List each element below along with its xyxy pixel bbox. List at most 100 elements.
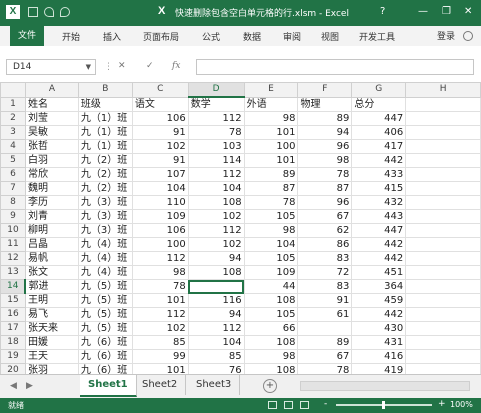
cell-b1[interactable]: 班级 <box>77 96 133 112</box>
row-header[interactable]: 10 <box>0 223 26 238</box>
cell-e15[interactable]: 108 <box>243 293 299 308</box>
cell-b2[interactable]: 九（1）班 <box>77 111 133 126</box>
cell-b16[interactable]: 九（5）班 <box>77 307 133 322</box>
cell-h13[interactable] <box>405 265 481 280</box>
cell-h6[interactable] <box>405 167 481 182</box>
cell-g6[interactable]: 433 <box>351 167 407 182</box>
row-header[interactable]: 9 <box>0 209 26 224</box>
cell-d1[interactable]: 数学 <box>187 96 245 112</box>
cell-a9[interactable]: 刘青 <box>24 209 79 224</box>
cell-h3[interactable] <box>405 125 481 140</box>
cell-c2[interactable]: 106 <box>131 111 189 126</box>
cell-a8[interactable]: 李历 <box>24 195 79 210</box>
add-sheet-icon[interactable]: + <box>263 379 277 393</box>
column-header[interactable]: E <box>243 82 299 98</box>
cell-d18[interactable]: 104 <box>187 335 245 350</box>
cell-e18[interactable]: 108 <box>243 335 299 350</box>
cell-d15[interactable]: 116 <box>187 293 245 308</box>
close-button[interactable]: ✕ <box>464 6 472 17</box>
cell-f2[interactable]: 89 <box>297 111 353 126</box>
cell-b15[interactable]: 九（5）班 <box>77 293 133 308</box>
cell-c12[interactable]: 112 <box>131 251 189 266</box>
cell-g18[interactable]: 431 <box>351 335 407 350</box>
cell-b19[interactable]: 九（6）班 <box>77 349 133 364</box>
cell-e19[interactable]: 98 <box>243 349 299 364</box>
column-header[interactable]: F <box>297 82 353 98</box>
undo-icon[interactable] <box>44 7 54 17</box>
cell-d3[interactable]: 78 <box>187 125 245 140</box>
row-header[interactable]: 11 <box>0 237 26 252</box>
cell-f17[interactable] <box>297 321 353 336</box>
cell-a11[interactable]: 吕晶 <box>24 237 79 252</box>
cell-h7[interactable] <box>405 181 481 196</box>
cell-e6[interactable]: 89 <box>243 167 299 182</box>
tab-page-layout[interactable]: 页面布局 <box>143 30 179 43</box>
row-header[interactable]: 15 <box>0 293 26 308</box>
cell-c18[interactable]: 85 <box>131 335 189 350</box>
cell-f18[interactable]: 89 <box>297 335 353 350</box>
formula-input[interactable] <box>196 59 474 75</box>
chevron-down-icon[interactable]: ▼ <box>86 60 91 74</box>
row-header[interactable]: 5 <box>0 153 26 168</box>
column-header[interactable]: D <box>187 82 245 98</box>
row-header[interactable]: 19 <box>0 349 26 364</box>
cell-b10[interactable]: 九（3）班 <box>77 223 133 238</box>
cell-c3[interactable]: 91 <box>131 125 189 140</box>
row-header[interactable]: 16 <box>0 307 26 322</box>
cell-f6[interactable]: 78 <box>297 167 353 182</box>
cell-e7[interactable]: 87 <box>243 181 299 196</box>
sheet-tab-sheet1[interactable]: Sheet1 <box>80 375 137 397</box>
cell-d20[interactable]: 76 <box>187 363 245 374</box>
cell-c14[interactable]: 78 <box>131 279 189 294</box>
cell-g5[interactable]: 442 <box>351 153 407 168</box>
cell-a1[interactable]: 姓名 <box>24 96 79 112</box>
row-header[interactable]: 3 <box>0 125 26 140</box>
cell-g10[interactable]: 447 <box>351 223 407 238</box>
cell-c20[interactable]: 101 <box>131 363 189 374</box>
cell-e16[interactable]: 105 <box>243 307 299 322</box>
cell-f20[interactable]: 78 <box>297 363 353 374</box>
row-header[interactable]: 7 <box>0 181 26 196</box>
sheet-tab-sheet2[interactable]: Sheet2 <box>134 375 187 395</box>
cell-h20[interactable] <box>405 363 481 374</box>
insert-function-button[interactable]: fx <box>172 61 180 71</box>
cell-d12[interactable]: 94 <box>187 251 245 266</box>
cell-f10[interactable]: 62 <box>297 223 353 238</box>
name-box[interactable]: D14 ▼ <box>6 59 96 75</box>
cell-a17[interactable]: 张天来 <box>24 321 79 336</box>
minimize-button[interactable]: — <box>418 6 428 17</box>
cell-h17[interactable] <box>405 321 481 336</box>
cancel-button[interactable]: ✕ <box>118 61 126 71</box>
cell-f19[interactable]: 67 <box>297 349 353 364</box>
cell-e17[interactable]: 66 <box>243 321 299 336</box>
cell-f12[interactable]: 83 <box>297 251 353 266</box>
cell-h8[interactable] <box>405 195 481 210</box>
sheet-tab-sheet3[interactable]: Sheet3 <box>188 375 241 395</box>
cell-h12[interactable] <box>405 251 481 266</box>
cell-a2[interactable]: 刘莹 <box>24 111 79 126</box>
tab-insert[interactable]: 插入 <box>103 30 121 43</box>
cell-g3[interactable]: 406 <box>351 125 407 140</box>
cell-d11[interactable]: 102 <box>187 237 245 252</box>
cell-d8[interactable]: 108 <box>187 195 245 210</box>
cell-a4[interactable]: 张哲 <box>24 139 79 154</box>
zoom-level[interactable]: 100% <box>450 400 473 409</box>
cell-e20[interactable]: 108 <box>243 363 299 374</box>
row-header[interactable]: 8 <box>0 195 26 210</box>
row-header[interactable]: 14 <box>0 279 27 294</box>
tab-formulas[interactable]: 公式 <box>202 30 220 43</box>
cell-c10[interactable]: 106 <box>131 223 189 238</box>
cell-g17[interactable]: 430 <box>351 321 407 336</box>
cell-h4[interactable] <box>405 139 481 154</box>
row-header[interactable]: 12 <box>0 251 26 266</box>
cell-a5[interactable]: 白羽 <box>24 153 79 168</box>
cell-g16[interactable]: 442 <box>351 307 407 322</box>
zoom-out-button[interactable]: - <box>324 399 327 409</box>
column-header[interactable]: H <box>405 82 481 98</box>
cell-c6[interactable]: 107 <box>131 167 189 182</box>
cell-f14[interactable]: 83 <box>297 279 353 294</box>
cell-a13[interactable]: 张文 <box>24 265 79 280</box>
cell-b20[interactable]: 九（6）班 <box>77 363 133 374</box>
cell-b4[interactable]: 九（1）班 <box>77 139 133 154</box>
tab-data[interactable]: 数据 <box>243 30 261 43</box>
